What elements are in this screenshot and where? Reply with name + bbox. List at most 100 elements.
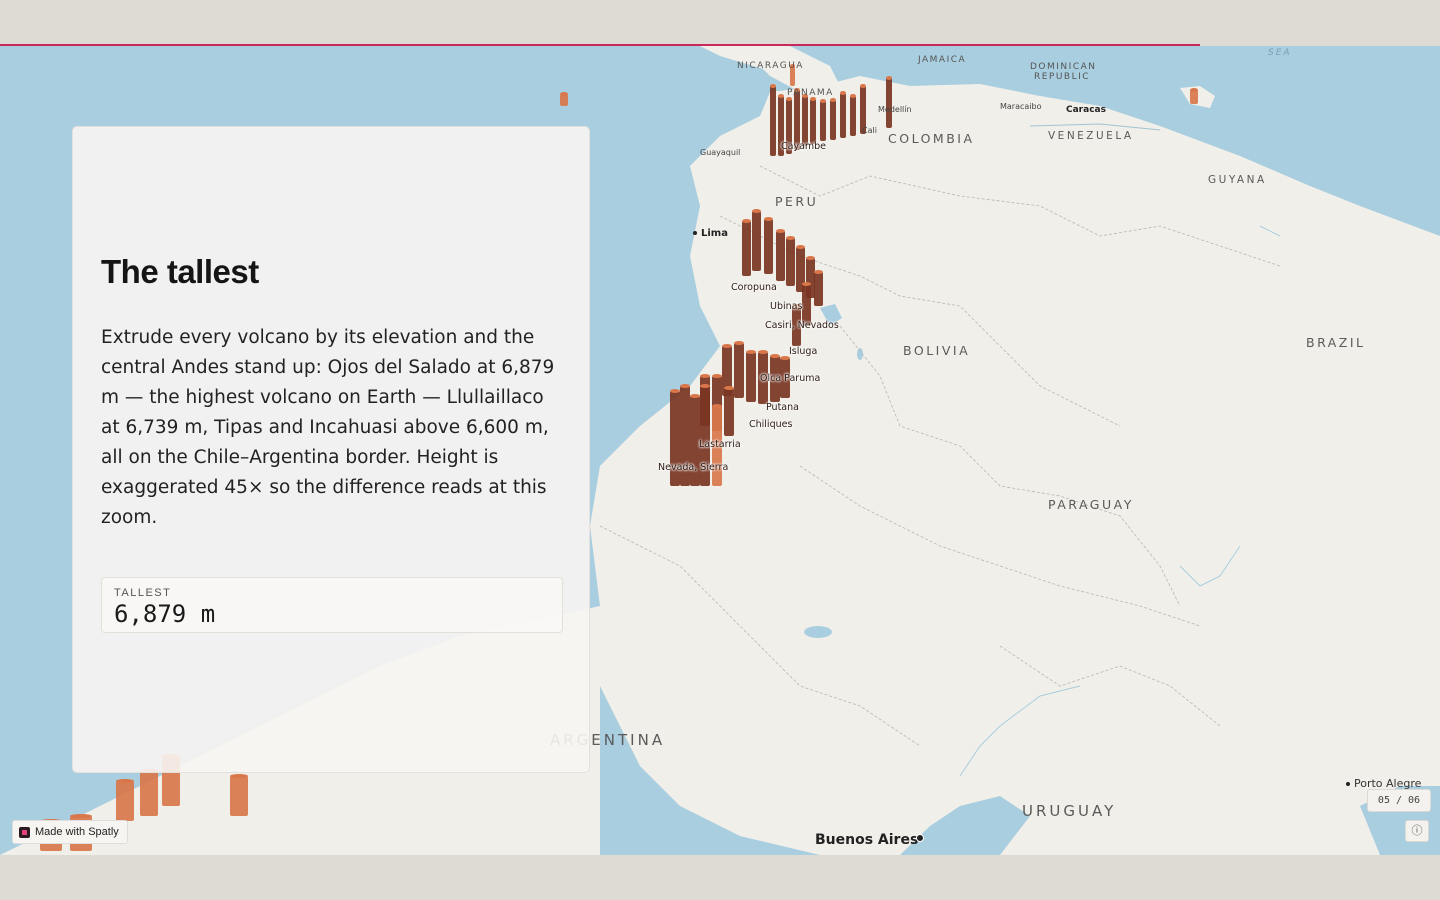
- volcano-column-top: [700, 374, 710, 378]
- volcano-column: [734, 343, 744, 398]
- volcano-column-top: [860, 84, 866, 88]
- sea-label: SEA: [1268, 48, 1292, 58]
- volcano-column-top: [734, 341, 744, 345]
- volcano-column-top: [560, 92, 568, 96]
- volcano-label-coropuna: Coropuna: [731, 282, 777, 293]
- country-label-dominican-republic: DOMINICAN REPUBLIC: [1030, 62, 1097, 82]
- top-bar: [0, 0, 1440, 45]
- country-label-guyana: GUYANA: [1208, 174, 1267, 186]
- volcano-column-top: [746, 350, 756, 354]
- volcano-column-top: [796, 245, 805, 249]
- volcano-column-top: [758, 350, 768, 354]
- volcano-column-top: [722, 344, 732, 348]
- volcano-column-top: [770, 354, 780, 358]
- volcano-column-top: [700, 384, 710, 388]
- city-label-maracaibo: Maracaibo: [1000, 102, 1042, 111]
- volcano-column-top: [690, 394, 700, 398]
- volcano-column: [840, 93, 846, 138]
- city-label-lima: Lima: [693, 228, 728, 239]
- volcano-column: [746, 352, 756, 402]
- volcano-column: [814, 272, 823, 306]
- badge-label: Made with Spatly: [35, 826, 119, 838]
- volcano-column-top: [830, 98, 836, 102]
- volcano-label-olca-paruma: Olca Paruma: [760, 373, 821, 384]
- country-label-panama: PANAMA: [787, 88, 834, 98]
- volcano-column-top: [670, 389, 680, 393]
- city-label-guayaquil: Guayaquil: [700, 148, 741, 157]
- volcano-column-top: [764, 217, 773, 221]
- volcano-column: [810, 99, 816, 144]
- volcano-column: [116, 781, 134, 821]
- volcano-label-casiri: Casiri, Nevados: [765, 320, 839, 331]
- volcano-column: [786, 238, 795, 286]
- volcano-column: [752, 211, 761, 271]
- volcano-column-top: [814, 270, 823, 274]
- city-label-caracas: Caracas: [1066, 105, 1106, 115]
- volcano-column: [764, 219, 773, 274]
- volcano-column: [724, 388, 734, 436]
- city-label-buenos-aires: Buenos Aires: [815, 832, 919, 848]
- bottom-bar: [0, 855, 1440, 900]
- volcano-label-putana: Putana: [766, 402, 799, 413]
- made-with-spatly-badge[interactable]: Made with Spatly: [12, 820, 128, 844]
- volcano-column-top: [786, 236, 795, 240]
- volcano-column: [776, 231, 785, 281]
- volcano-label-chiliques: Chiliques: [749, 419, 793, 430]
- volcano-column-top: [724, 386, 734, 390]
- volcano-column-top: [802, 282, 811, 286]
- country-label-venezuela: VENEZUELA: [1048, 130, 1134, 142]
- country-label-brazil: BRAZIL: [1306, 335, 1366, 350]
- panel-title: The tallest: [101, 253, 259, 290]
- country-label-paraguay: PARAGUAY: [1048, 497, 1134, 512]
- country-label-uruguay: URUGUAY: [1022, 802, 1117, 820]
- spatly-logo-icon: [19, 827, 30, 838]
- stat-value: 6,879 m: [114, 600, 216, 628]
- volcano-column-top: [230, 774, 248, 778]
- volcano-column-top: [680, 384, 690, 388]
- volcano-label-nevada-sierra: Nevada, Sierra: [658, 462, 729, 473]
- info-icon[interactable]: ⓘ: [1405, 820, 1429, 842]
- volcano-column: [850, 96, 856, 136]
- volcano-column-top: [850, 94, 856, 98]
- volcano-label-isluga: Isluga: [789, 346, 818, 357]
- volcano-column-top: [70, 814, 92, 818]
- city-label-cali: Cali: [862, 126, 877, 135]
- volcano-column-top: [806, 256, 815, 260]
- volcano-column-top: [776, 229, 785, 233]
- volcano-column-top: [1190, 88, 1198, 92]
- volcano-column-top: [712, 404, 722, 408]
- volcano-column: [820, 101, 826, 141]
- city-label-medellin: Medellín: [878, 105, 912, 114]
- volcano-label-lastarria: Lastarria: [699, 439, 741, 450]
- country-label-nicaragua: NICARAGUA: [737, 61, 804, 71]
- country-label-jamaica: JAMAICA: [918, 55, 967, 65]
- volcano-column-top: [752, 209, 761, 213]
- volcano-column-top: [820, 99, 826, 103]
- volcano-column: [802, 96, 808, 146]
- volcano-label-cayambe: Cayambe: [781, 141, 827, 152]
- volcano-column: [1190, 90, 1198, 104]
- stat-label: TALLEST: [114, 587, 172, 599]
- volcano-label-ubinas: Ubinas: [770, 301, 803, 312]
- volcano-column-top: [840, 91, 846, 95]
- page-indicator: 05 / 06: [1367, 789, 1431, 812]
- tallest-stat-card: TALLEST 6,879 m: [101, 577, 563, 633]
- story-panel: The tallest Extrude every volcano by its…: [72, 126, 590, 773]
- volcano-column-top: [770, 84, 776, 88]
- country-label-peru: PERU: [775, 194, 819, 209]
- volcano-column: [886, 78, 892, 128]
- volcano-column-top: [778, 94, 784, 98]
- city-dot-buenos-aires: [916, 834, 924, 842]
- country-label-colombia: COLOMBIA: [888, 131, 975, 146]
- volcano-column-top: [116, 779, 134, 783]
- volcano-column-top: [742, 219, 751, 223]
- country-label-bolivia: BOLIVIA: [903, 343, 971, 358]
- volcano-column: [742, 221, 751, 276]
- volcano-column-top: [886, 76, 892, 80]
- panel-body: Extrude every volcano by its elevation a…: [101, 327, 555, 528]
- volcano-column-top: [712, 374, 722, 378]
- volcano-column: [770, 86, 776, 156]
- volcano-column: [230, 776, 248, 816]
- volcano-column: [830, 100, 836, 140]
- volcano-column: [140, 771, 158, 816]
